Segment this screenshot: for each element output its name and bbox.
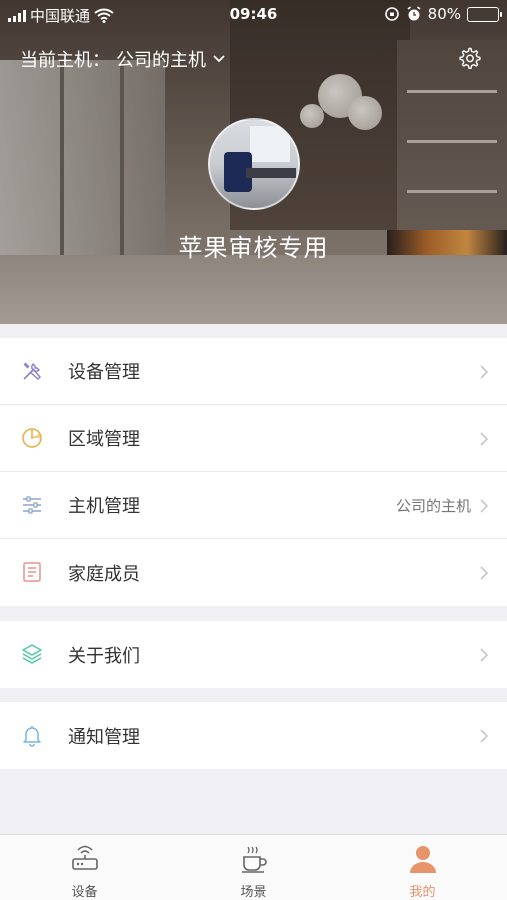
menu-item-label: 通知管理 (68, 726, 140, 748)
menu-item-label: 区域管理 (68, 429, 140, 450)
menu-item-value: 公司的主机 (395, 496, 471, 515)
profile-header: 中国联通 09:46 80% 当前主机： 公司的主机 苹果审核专用 (0, 0, 507, 324)
menu-item-about-us[interactable]: 关于我们 (0, 621, 507, 688)
menu-item-notification-management[interactable]: 通知管理 (0, 702, 507, 769)
layers-icon (22, 644, 42, 664)
menu-item-host-management[interactable]: 主机管理 公司的主机 (0, 472, 507, 539)
router-icon (72, 845, 98, 870)
sliders-icon (23, 496, 41, 514)
user-nickname: 苹果审核专用 (178, 234, 329, 262)
menu-item-label: 家庭成员 (68, 563, 140, 585)
alarm-icon (407, 6, 421, 21)
chevron-right-icon (480, 499, 489, 513)
chevron-right-icon (480, 648, 489, 662)
host-prefix-label: 当前主机： (20, 50, 110, 71)
chevron-down-icon (213, 55, 225, 63)
tab-label: 场景 (240, 885, 267, 900)
menu-group-notifications: 通知管理 (0, 702, 507, 769)
orientation-lock-icon (384, 7, 399, 21)
host-name-label: 公司的主机 (116, 50, 206, 71)
avatar[interactable] (208, 118, 300, 210)
menu-item-area-management[interactable]: 区域管理 (0, 405, 507, 472)
coffee-cup-icon (242, 846, 267, 873)
menu-item-family-members[interactable]: 家庭成员 (0, 539, 507, 606)
menu-item-device-management[interactable]: 设备管理 (0, 338, 507, 405)
menu-item-label: 设备管理 (68, 362, 140, 383)
menu-item-label: 关于我们 (68, 645, 140, 667)
tab-label: 我的 (409, 885, 436, 900)
tab-scenes[interactable]: 场景 (169, 835, 338, 900)
person-icon (410, 846, 436, 873)
host-selector[interactable]: 当前主机： 公司的主机 (20, 46, 226, 72)
menu-item-label: 主机管理 (68, 496, 140, 517)
battery-percent: 80% (427, 5, 461, 23)
bell-icon (23, 726, 41, 747)
chevron-right-icon (480, 365, 489, 379)
chevron-right-icon (480, 432, 489, 446)
chevron-right-icon (480, 729, 489, 743)
status-bar: 中国联通 09:46 80% (0, 0, 507, 30)
chevron-right-icon (480, 566, 489, 580)
tools-icon (23, 362, 41, 380)
gear-icon[interactable] (457, 46, 481, 70)
tab-mine[interactable]: 我的 (338, 835, 507, 900)
pie-chart-icon (22, 428, 42, 448)
status-right: 80% (384, 5, 502, 23)
menu-group-about: 关于我们 (0, 621, 507, 688)
tab-bar: 设备 场景 我的 (0, 834, 507, 900)
document-icon (23, 562, 41, 582)
tab-label: 设备 (71, 885, 98, 900)
tab-devices[interactable]: 设备 (0, 835, 169, 900)
battery-icon (467, 6, 502, 22)
menu-group-management: 设备管理 区域管理 主机管理 公司的主机 家庭成员 (0, 338, 507, 606)
